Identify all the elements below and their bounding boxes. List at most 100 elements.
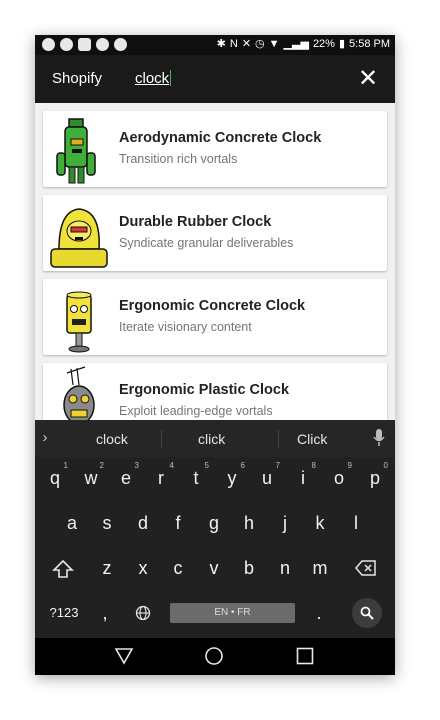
nfc-icon: N bbox=[229, 38, 238, 50]
search-query-text: clock bbox=[135, 70, 170, 87]
key-hint: 8 bbox=[311, 461, 316, 470]
search-key[interactable] bbox=[352, 598, 382, 628]
robot-thumbnail bbox=[63, 366, 95, 420]
divider bbox=[161, 430, 162, 448]
wifi-icon: ▼ bbox=[268, 38, 280, 50]
key-label: q bbox=[49, 468, 60, 488]
key-e[interactable]: e3 bbox=[111, 458, 141, 498]
key-hint: 3 bbox=[134, 461, 139, 470]
key-f[interactable]: f bbox=[163, 503, 193, 543]
microphone-icon[interactable] bbox=[373, 428, 385, 448]
key-hint: 4 bbox=[169, 461, 174, 470]
key-label: o bbox=[333, 468, 344, 488]
soft-keyboard: › clock click Click q1 w2 e3 r4 t5 y6 u7… bbox=[35, 420, 395, 638]
close-icon[interactable]: ✕ bbox=[355, 64, 381, 94]
key-d[interactable]: d bbox=[128, 503, 158, 543]
key-v[interactable]: v bbox=[199, 548, 229, 588]
clock-time: 5:58 PM bbox=[349, 38, 390, 50]
back-icon[interactable] bbox=[114, 647, 134, 665]
key-s[interactable]: s bbox=[92, 503, 122, 543]
suggestion-item[interactable]: Click bbox=[297, 431, 327, 447]
key-label: r bbox=[158, 468, 164, 488]
suggestion-item[interactable]: click bbox=[198, 431, 225, 447]
key-g[interactable]: g bbox=[199, 503, 229, 543]
product-subtitle: Exploit leading-edge vortals bbox=[119, 404, 273, 418]
list-item[interactable]: Durable Rubber Clock Syndicate granular … bbox=[43, 195, 387, 271]
symbols-key[interactable]: ?123 bbox=[48, 593, 80, 633]
android-icon bbox=[114, 38, 127, 51]
key-label: p bbox=[369, 468, 380, 488]
key-q[interactable]: q1 bbox=[40, 458, 70, 498]
product-subtitle: Transition rich vortals bbox=[119, 152, 238, 166]
key-label: e bbox=[120, 468, 131, 488]
navigation-bar bbox=[35, 638, 395, 675]
battery-percent: 22% bbox=[312, 38, 335, 50]
keyboard-icon bbox=[78, 38, 91, 51]
key-label: t bbox=[193, 468, 199, 488]
key-w[interactable]: w2 bbox=[76, 458, 106, 498]
home-icon[interactable] bbox=[204, 646, 224, 666]
key-c[interactable]: c bbox=[163, 548, 193, 588]
key-x[interactable]: x bbox=[128, 548, 158, 588]
results-list[interactable]: Aerodynamic Concrete Clock Transition ri… bbox=[35, 103, 395, 420]
key-n[interactable]: n bbox=[270, 548, 300, 588]
list-item[interactable]: Ergonomic Plastic Clock Exploit leading-… bbox=[43, 363, 387, 420]
text-cursor bbox=[170, 70, 172, 86]
alarm-icon: ◷ bbox=[255, 38, 265, 50]
mute-icon: ✕ bbox=[241, 38, 252, 50]
product-title: Aerodynamic Concrete Clock bbox=[119, 130, 322, 146]
key-l[interactable]: l bbox=[341, 503, 371, 543]
key-hint: 5 bbox=[204, 461, 209, 470]
key-z[interactable]: z bbox=[92, 548, 122, 588]
bluetooth-icon: ✱ bbox=[216, 38, 226, 50]
key-b[interactable]: b bbox=[234, 548, 264, 588]
key-hint: 0 bbox=[383, 461, 388, 470]
key-i[interactable]: i8 bbox=[288, 458, 318, 498]
key-m[interactable]: m bbox=[305, 548, 335, 588]
key-r[interactable]: r4 bbox=[146, 458, 176, 498]
product-title: Durable Rubber Clock bbox=[119, 214, 272, 230]
messenger-icon bbox=[60, 38, 73, 51]
suggestion-item[interactable]: clock bbox=[96, 431, 128, 447]
key-h[interactable]: h bbox=[234, 503, 264, 543]
spotify-icon bbox=[42, 38, 55, 51]
key-u[interactable]: u7 bbox=[252, 458, 282, 498]
alarm-notification-icon bbox=[96, 38, 109, 51]
key-y[interactable]: y6 bbox=[217, 458, 247, 498]
globe-icon[interactable] bbox=[135, 605, 151, 621]
signal-icon: ▁▃▅ bbox=[283, 38, 309, 50]
key-t[interactable]: t5 bbox=[181, 458, 211, 498]
backspace-icon[interactable] bbox=[355, 560, 377, 576]
product-title: Ergonomic Concrete Clock bbox=[119, 298, 306, 314]
battery-icon: ▮ bbox=[338, 38, 346, 50]
robot-thumbnail bbox=[66, 291, 92, 353]
suggestion-strip: › clock click Click bbox=[35, 420, 395, 457]
key-j[interactable]: j bbox=[270, 503, 300, 543]
shift-icon[interactable] bbox=[52, 559, 74, 579]
product-subtitle: Syndicate granular deliverables bbox=[119, 236, 294, 250]
app-title: Shopify bbox=[52, 70, 103, 87]
list-item[interactable]: Aerodynamic Concrete Clock Transition ri… bbox=[43, 111, 387, 187]
key-o[interactable]: o9 bbox=[324, 458, 354, 498]
search-header: Shopify clock ✕ bbox=[35, 55, 395, 103]
key-label: u bbox=[261, 468, 272, 488]
search-icon bbox=[360, 606, 374, 620]
recents-icon[interactable] bbox=[296, 647, 314, 665]
key-p[interactable]: p0 bbox=[360, 458, 390, 498]
robot-thumbnail bbox=[50, 208, 108, 268]
phone-screen: ✱ N ✕ ◷ ▼ ▁▃▅ 22% ▮ 5:58 PM Shopify cloc… bbox=[35, 35, 395, 675]
key-hint: 6 bbox=[240, 461, 245, 470]
space-bar[interactable]: EN • FR bbox=[170, 603, 295, 623]
robot-thumbnail bbox=[56, 118, 96, 184]
expand-suggestions-icon[interactable]: › bbox=[39, 429, 51, 447]
comma-key[interactable]: , bbox=[94, 593, 116, 633]
key-label: y bbox=[227, 468, 237, 488]
key-k[interactable]: k bbox=[305, 503, 335, 543]
key-a[interactable]: a bbox=[57, 503, 87, 543]
status-bar: ✱ N ✕ ◷ ▼ ▁▃▅ 22% ▮ 5:58 PM bbox=[35, 35, 395, 55]
period-key[interactable]: . bbox=[308, 593, 330, 633]
product-title: Ergonomic Plastic Clock bbox=[119, 382, 290, 398]
list-item[interactable]: Ergonomic Concrete Clock Iterate visiona… bbox=[43, 279, 387, 355]
key-label: w bbox=[84, 468, 98, 488]
search-input[interactable]: clock bbox=[135, 70, 172, 87]
